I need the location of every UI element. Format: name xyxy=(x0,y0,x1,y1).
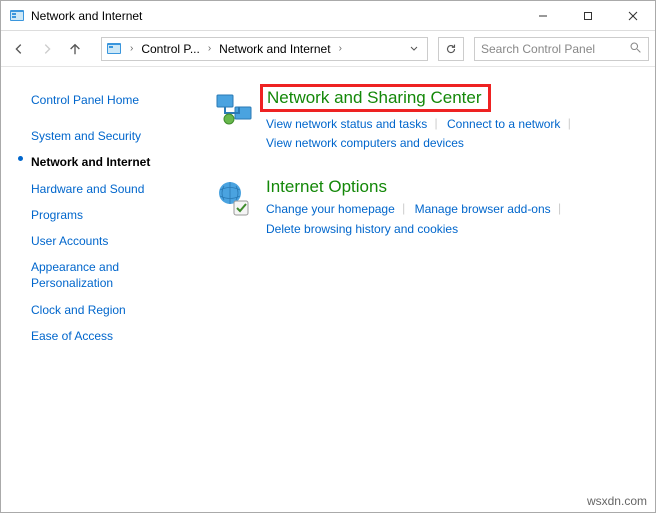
minimize-button[interactable] xyxy=(520,1,565,30)
control-panel-icon xyxy=(106,41,122,57)
link-internet-options[interactable]: Internet Options xyxy=(266,177,387,197)
search-icon[interactable] xyxy=(629,41,642,57)
section-internet-options: Internet Options Change your homepage | … xyxy=(214,177,645,238)
link-change-homepage[interactable]: Change your homepage xyxy=(266,202,395,216)
sidebar-item-programs[interactable]: Programs xyxy=(15,202,198,228)
sidebar: Control Panel Home System and Security N… xyxy=(1,67,206,512)
chevron-right-icon[interactable]: › xyxy=(335,43,346,54)
sidebar-item-network-internet[interactable]: Network and Internet xyxy=(15,149,198,175)
sidebar-item-system-security[interactable]: System and Security xyxy=(15,123,198,149)
sidebar-item-control-panel-home[interactable]: Control Panel Home xyxy=(15,87,198,113)
sidebar-item-hardware-sound[interactable]: Hardware and Sound xyxy=(15,176,198,202)
sidebar-item-ease-of-access[interactable]: Ease of Access xyxy=(15,323,198,349)
internet-options-icon xyxy=(214,179,254,219)
link-connect-network[interactable]: Connect to a network xyxy=(447,117,560,131)
breadcrumb-item[interactable]: Network and Internet xyxy=(219,42,330,56)
chevron-right-icon[interactable]: › xyxy=(126,43,137,54)
link-manage-addons[interactable]: Manage browser add-ons xyxy=(415,202,551,216)
window-controls xyxy=(520,1,655,30)
address-dropdown[interactable] xyxy=(405,42,423,56)
titlebar: Network and Internet xyxy=(1,1,655,31)
network-sharing-icon xyxy=(214,89,254,129)
sublinks: Change your homepage | Manage browser ad… xyxy=(266,200,645,238)
back-button[interactable] xyxy=(7,37,31,61)
sidebar-item-user-accounts[interactable]: User Accounts xyxy=(15,228,198,254)
content: Control Panel Home System and Security N… xyxy=(1,67,655,512)
searchbox[interactable] xyxy=(474,37,649,61)
maximize-button[interactable] xyxy=(565,1,610,30)
chevron-right-icon[interactable]: › xyxy=(204,43,215,54)
navbar: › Control P... › Network and Internet › xyxy=(1,31,655,67)
link-view-computers-devices[interactable]: View network computers and devices xyxy=(266,136,464,150)
search-input[interactable] xyxy=(481,42,611,56)
breadcrumb-item[interactable]: Control P... xyxy=(141,42,199,56)
refresh-button[interactable] xyxy=(438,37,464,61)
watermark: wsxdn.com xyxy=(587,494,647,508)
window-title: Network and Internet xyxy=(31,9,142,23)
section-network-sharing: Network and Sharing Center View network … xyxy=(214,87,645,153)
link-delete-history[interactable]: Delete browsing history and cookies xyxy=(266,222,458,236)
sidebar-item-clock-region[interactable]: Clock and Region xyxy=(15,297,198,323)
forward-button[interactable] xyxy=(35,37,59,61)
sidebar-item-appearance[interactable]: Appearance and Personalization xyxy=(15,254,198,296)
link-network-sharing-center[interactable]: Network and Sharing Center xyxy=(260,84,491,112)
link-view-network-status[interactable]: View network status and tasks xyxy=(266,117,427,131)
up-button[interactable] xyxy=(63,37,87,61)
sublinks: View network status and tasks | Connect … xyxy=(266,115,645,153)
control-panel-icon xyxy=(9,8,25,24)
addressbar[interactable]: › Control P... › Network and Internet › xyxy=(101,37,428,61)
close-button[interactable] xyxy=(610,1,655,30)
main-pane: Network and Sharing Center View network … xyxy=(206,67,655,512)
